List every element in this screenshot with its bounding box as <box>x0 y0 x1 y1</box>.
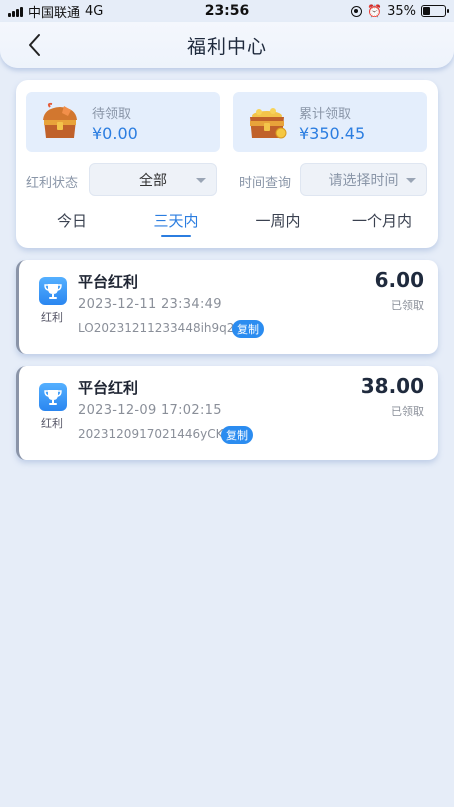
status-select-value: 全部 <box>139 172 167 189</box>
caret-down-icon <box>406 178 416 183</box>
record-order-number: 2023120917021446yCK <box>78 427 224 441</box>
caret-down-icon <box>196 178 206 183</box>
tab-today[interactable]: 今日 <box>42 210 102 231</box>
copy-button[interactable]: 复制 <box>221 426 253 444</box>
record-type-label: 红利 <box>41 311 63 324</box>
carrier-name: 中国联通 <box>28 5 81 21</box>
back-button[interactable] <box>22 32 48 58</box>
time-select-placeholder: 请选择时间 <box>328 172 399 189</box>
record-order-number: LO20231211233448ih9q2 <box>78 321 235 335</box>
orientation-lock-icon <box>351 5 363 17</box>
date-range-tabs: 今日 三天内 一周内 一个月内 <box>16 206 438 240</box>
pending-stat: 待领取 ¥0.00 <box>26 92 220 152</box>
record-title: 平台红利 <box>78 379 139 397</box>
treasure-chest-coins-icon <box>250 108 287 139</box>
pending-label: 待领取 <box>92 107 132 122</box>
active-tab-indicator <box>161 235 191 237</box>
alarm-icon: ⏰ <box>367 4 383 18</box>
record-status: 已领取 <box>391 299 424 312</box>
status-select[interactable]: 全部 <box>89 163 217 196</box>
tab-three-days[interactable]: 三天内 <box>146 210 206 231</box>
filter-row: 红利状态 全部 时间查询 请选择时间 <box>16 163 438 197</box>
trophy-icon <box>39 383 67 411</box>
time-filter-label: 时间查询 <box>239 176 292 191</box>
battery-percent: 35% <box>387 3 416 19</box>
record-time: 2023-12-09 17:02:15 <box>78 403 222 418</box>
total-value: ¥350.45 <box>299 124 366 143</box>
status-filter-label: 红利状态 <box>26 176 79 191</box>
treasure-chest-icon <box>43 102 77 138</box>
record-card: 红利 平台红利 2023-12-11 23:34:49 LO2023121123… <box>16 260 438 354</box>
copy-button[interactable]: 复制 <box>232 320 264 338</box>
total-stat: 累计领取 ¥350.45 <box>233 92 427 152</box>
summary-card: 待领取 ¥0.00 累计领取 ¥350.45 红利状态 全部 时间查询 请选择时… <box>16 80 438 248</box>
record-amount: 38.00 <box>360 374 424 398</box>
record-card: 红利 平台红利 2023-12-09 17:02:15 202312091702… <box>16 366 438 460</box>
tab-one-week[interactable]: 一周内 <box>248 210 308 231</box>
record-status: 已领取 <box>391 405 424 418</box>
time-select[interactable]: 请选择时间 <box>300 163 427 196</box>
record-type-label: 红利 <box>41 417 63 430</box>
record-time: 2023-12-11 23:34:49 <box>78 297 222 312</box>
status-bar: 中国联通 4G 23:56 ⏰ 35% <box>0 0 454 22</box>
signal-icon <box>8 6 23 17</box>
record-title: 平台红利 <box>78 273 139 291</box>
tab-one-month[interactable]: 一个月内 <box>342 210 422 231</box>
record-amount: 6.00 <box>374 268 424 292</box>
network-type: 4G <box>85 3 104 19</box>
total-label: 累计领取 <box>299 107 352 122</box>
page-title: 福利中心 <box>186 35 267 58</box>
status-right: ⏰ 35% <box>351 3 449 19</box>
pending-value: ¥0.00 <box>92 124 138 143</box>
page-header: 福利中心 <box>0 22 454 68</box>
status-left: 中国联通 4G <box>8 2 103 21</box>
chevron-left-icon <box>29 34 40 56</box>
battery-icon <box>421 5 449 17</box>
trophy-icon <box>39 277 67 305</box>
